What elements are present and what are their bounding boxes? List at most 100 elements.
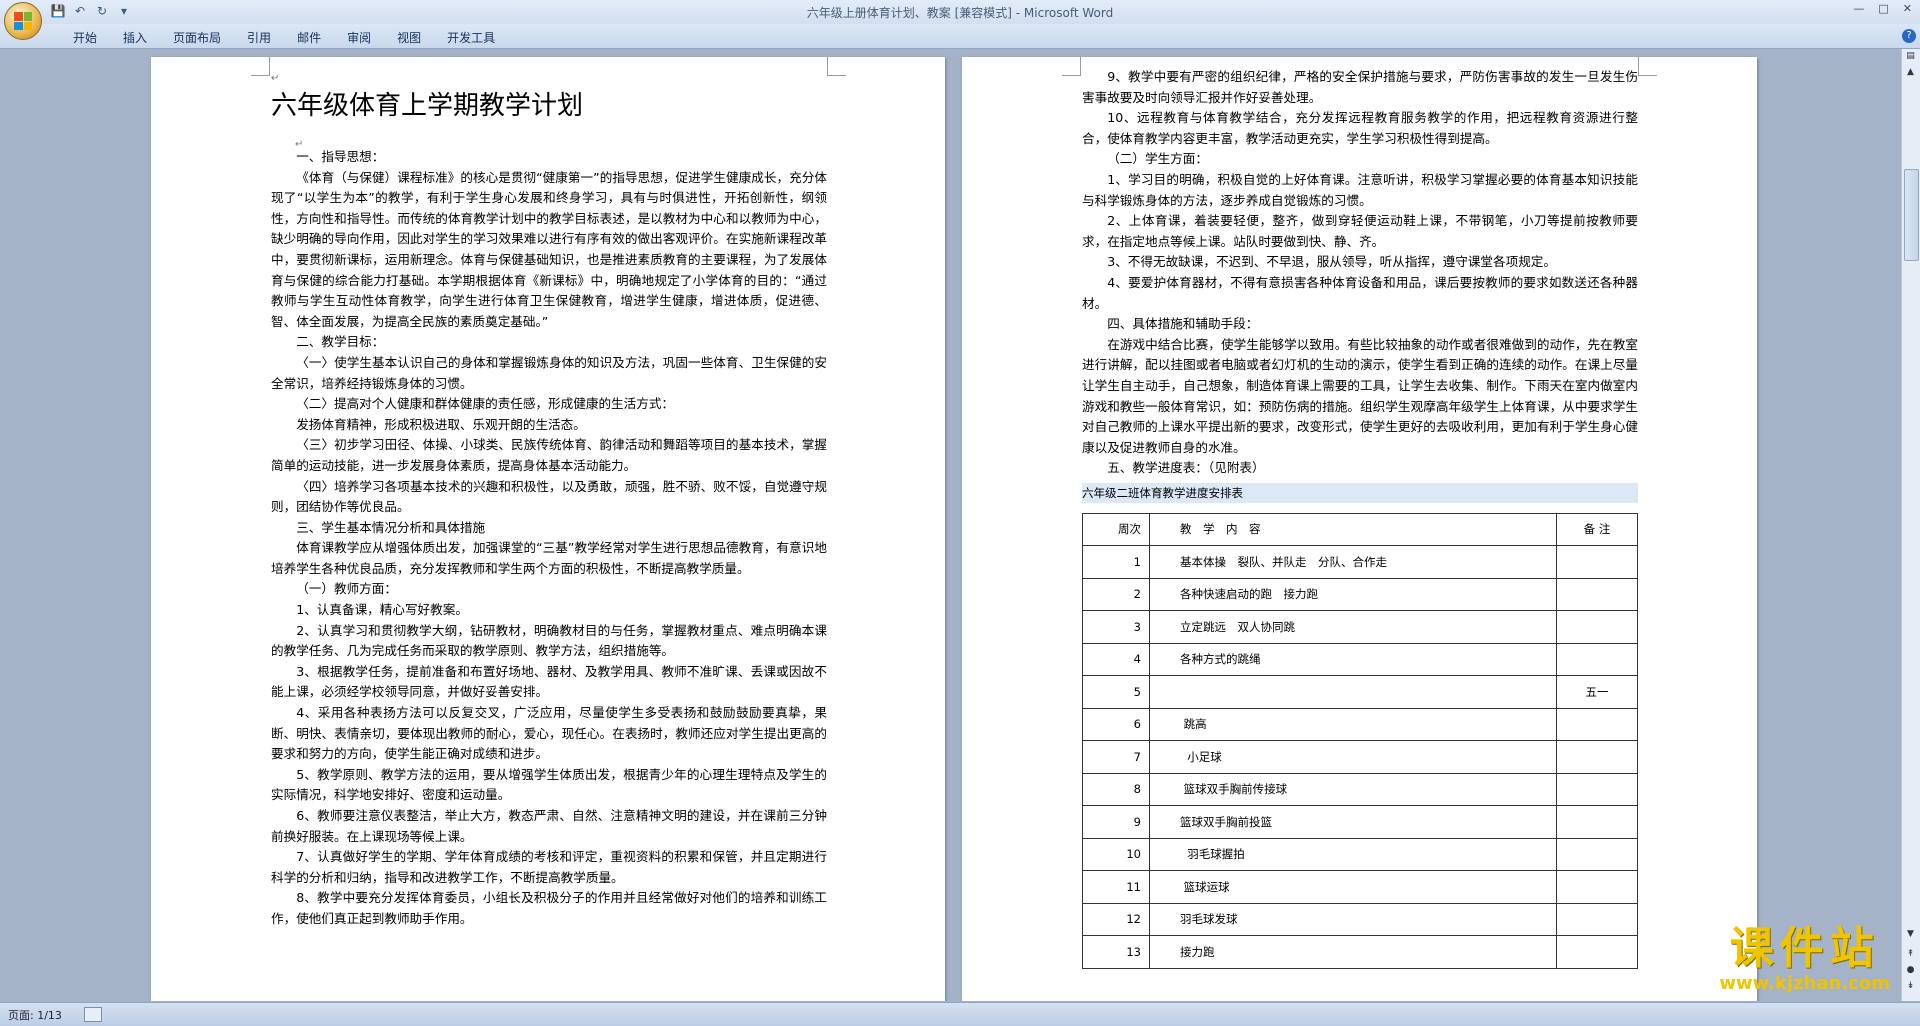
table-cell-content: 羽毛球发球 bbox=[1149, 902, 1557, 937]
table-cell-week: 10 bbox=[1082, 837, 1150, 872]
paragraph: 在游戏中结合比赛，使学生能够学以致用。有些比较抽象的动作或者很难做到的动作，先在… bbox=[1082, 336, 1638, 455]
table-cell-content: 各种方式的跳绳 bbox=[1149, 642, 1557, 677]
paragraph: 3、根据教学任务，提前准备和布置好场地、器材、及教学用具、教师不准旷课、丢课或因… bbox=[271, 663, 827, 700]
table-cell-week: 4 bbox=[1082, 642, 1150, 677]
watermark-logo-text: 课件站 bbox=[1729, 923, 1880, 974]
paragraph: 2、认真学习和贯彻教学大纲，钻研教材，明确教材目的与任务，掌握教材重点、难点明确… bbox=[271, 622, 827, 659]
paragraph: 2、上体育课，着装要轻便，整齐，做到穿轻便运动鞋上课，不带钢笔，小刀等提前按教师… bbox=[1082, 213, 1638, 249]
table-cell-content: 基本体操 裂队、并队走 分队、合作走 bbox=[1149, 545, 1557, 579]
table-cell-note bbox=[1556, 642, 1638, 677]
ribbon: 开始 插入 页面布局 引用 邮件 审阅 视图 开发工具 ? bbox=[0, 24, 1920, 49]
table-cell-content: 接力跑 bbox=[1149, 935, 1557, 969]
table-row: 11 篮球运球 bbox=[1082, 870, 1638, 904]
table-cell-week: 8 bbox=[1082, 772, 1150, 807]
ruler-toggle-icon[interactable]: ▤ bbox=[1903, 51, 1918, 65]
table-header-row: 周次 教 学 内 容 备 注 bbox=[1082, 512, 1638, 547]
paragraph: 四、具体措施和辅助手段： bbox=[1107, 316, 1259, 332]
office-logo-icon bbox=[14, 12, 32, 30]
table-cell-week: 7 bbox=[1082, 740, 1150, 774]
document-page-1[interactable]: ↵ 六年级体育上学期教学计划 ↵ 一、指导思想： 《体育（与保健）课程标准》的核… bbox=[151, 57, 945, 1001]
maximize-icon[interactable]: □ bbox=[1878, 2, 1888, 15]
paragraph: 3、不得无故缺课，不迟到、不早退，服从领导，听从指挥，遵守课堂各项规定。 bbox=[1107, 254, 1556, 270]
status-bar: 页面: 1/13 bbox=[0, 1002, 1920, 1026]
document-workspace[interactable]: ↵ 六年级体育上学期教学计划 ↵ 一、指导思想： 《体育（与保健）课程标准》的核… bbox=[0, 49, 1902, 1001]
table-row: 12 羽毛球发球 bbox=[1082, 902, 1638, 937]
table-cell-note bbox=[1556, 740, 1638, 774]
table-row: 6 跳高 bbox=[1082, 707, 1638, 742]
crop-mark bbox=[1062, 57, 1081, 76]
tab-developer[interactable]: 开发工具 bbox=[434, 29, 508, 46]
table-cell-week: 11 bbox=[1082, 870, 1150, 904]
scrollbar-thumb[interactable] bbox=[1904, 169, 1919, 261]
tab-page-layout[interactable]: 页面布局 bbox=[160, 29, 234, 46]
paragraph: 9、教学中要有严密的组织纪律，严格的安全保护措施与要求，严防伤害事故的发生一旦发… bbox=[1082, 69, 1638, 105]
select-browse-object-icon[interactable]: ● bbox=[1903, 965, 1918, 979]
scroll-up-icon[interactable]: ▲ bbox=[1903, 67, 1918, 81]
paragraph: 体育课教学应从增强体质出发，加强课堂的“三基”教学经常对学生进行思想品德教育，有… bbox=[271, 540, 827, 576]
table-cell-content: 篮球双手胸前传接球 bbox=[1149, 772, 1557, 807]
close-icon[interactable]: ✕ bbox=[1903, 2, 1912, 15]
table-cell-note bbox=[1556, 935, 1638, 969]
minimize-icon[interactable]: — bbox=[1853, 2, 1864, 15]
tab-mailings[interactable]: 邮件 bbox=[284, 29, 334, 46]
paragraph: 三、学生基本情况分析和具体措施 bbox=[296, 519, 486, 535]
paragraph: 4、要爱护体育器材，不得有意损害各种体育设备和用品，课后要按教师的要求如数送还各… bbox=[1082, 274, 1638, 311]
tab-home[interactable]: 开始 bbox=[60, 29, 110, 46]
paragraph: 1、学习目的明确，积极自觉的上好体育课。注意听讲，积极学习掌握必要的体育基本知识… bbox=[1082, 171, 1638, 208]
table-header-cell: 教 学 内 容 bbox=[1149, 512, 1557, 547]
table-cell-week: 5 bbox=[1082, 675, 1150, 709]
vertical-scrollbar[interactable]: ▤ ▲ ▼ ↟ ● ↡ bbox=[1901, 49, 1920, 1001]
tab-insert[interactable]: 插入 bbox=[110, 29, 160, 46]
paragraph: 〈四〉培养学习各项基本技术的兴趣和积极性，以及勇敢，顽强，胜不骄、败不馁，自觉遵… bbox=[271, 478, 827, 515]
document-page-2[interactable]: 9、教学中要有严密的组织纪律，严格的安全保护措施与要求，严防伤害事故的发生一旦发… bbox=[962, 57, 1757, 1001]
title-bar: 💾 ↶ ↻ ▾ 六年级上册体育计划、教案 [兼容模式] - Microsoft … bbox=[0, 0, 1920, 24]
table-cell-content: 跳高 bbox=[1149, 707, 1557, 742]
table-cell-content: 篮球运球 bbox=[1149, 870, 1557, 904]
next-page-icon[interactable]: ↡ bbox=[1903, 981, 1918, 995]
table-cell-week: 1 bbox=[1082, 545, 1150, 579]
tab-view[interactable]: 视图 bbox=[384, 29, 434, 46]
table-cell-week: 12 bbox=[1082, 902, 1150, 937]
table-row: 9 篮球双手胸前投篮 bbox=[1082, 805, 1638, 839]
table-cell-content: 小足球 bbox=[1149, 740, 1557, 774]
paragraph: 〈一〉使学生基本认识自己的身体和掌握锻炼身体的知识及方法，巩固一些体育、卫生保健… bbox=[271, 354, 827, 391]
paragraph: 五、教学进度表：（见附表） bbox=[1107, 460, 1265, 476]
table-cell-content: 篮球双手胸前投篮 bbox=[1149, 805, 1557, 839]
help-icon[interactable]: ? bbox=[1902, 29, 1916, 43]
table-row: 10 羽毛球握拍 bbox=[1082, 837, 1638, 872]
tab-references[interactable]: 引用 bbox=[234, 29, 284, 46]
office-button[interactable] bbox=[4, 2, 42, 40]
site-watermark: 课件站 www.kjzhan.com bbox=[1719, 925, 1890, 995]
previous-page-icon[interactable]: ↟ bbox=[1903, 949, 1918, 963]
window-controls: — □ ✕ bbox=[1853, 2, 1912, 15]
paragraph: 5、教学原则、教学方法的运用，要从增强学生体质出发，根据青少年的心理生理特点及学… bbox=[271, 766, 827, 803]
schedule-table: 周次 教 学 内 容 备 注 1 基本体操 裂队、并队走 分队、合作走 2 各种快速启… bbox=[1082, 512, 1638, 969]
table-cell-note bbox=[1556, 610, 1638, 644]
watermark-url: www.kjzhan.com bbox=[1719, 973, 1890, 994]
table-cell-content: 各种快速启动的跑 接力跑 bbox=[1149, 577, 1557, 612]
table-header-cell: 备 注 bbox=[1556, 512, 1638, 547]
table-cell-note bbox=[1556, 837, 1638, 872]
tab-review[interactable]: 审阅 bbox=[334, 29, 384, 46]
table-cell-note: 五一 bbox=[1556, 675, 1638, 709]
ribbon-tabs: 开始 插入 页面布局 引用 邮件 审阅 视图 开发工具 bbox=[60, 29, 508, 46]
page-number-status[interactable]: 页面: 1/13 bbox=[8, 1007, 62, 1023]
page-1-content: ↵ 六年级体育上学期教学计划 ↵ 一、指导思想： 《体育（与保健）课程标准》的核… bbox=[271, 67, 827, 930]
scroll-down-icon[interactable]: ▼ bbox=[1903, 929, 1918, 943]
table-cell-week: 6 bbox=[1082, 707, 1150, 742]
paragraph: 6、教师要注意仪表整洁，举止大方，教态严肃、自然、注意精神文明的建设，并在课前三… bbox=[271, 808, 827, 844]
table-cell-note bbox=[1556, 577, 1638, 612]
crop-mark bbox=[827, 57, 846, 76]
table-cell-note bbox=[1556, 545, 1638, 579]
table-header-cell: 周次 bbox=[1082, 512, 1150, 547]
paragraph: 《体育（与保健）课程标准》的核心是贯彻“健康第一”的指导思想，促进学生健康成长，… bbox=[271, 169, 827, 329]
proofing-icon[interactable] bbox=[84, 1007, 102, 1022]
table-cell-note bbox=[1556, 870, 1638, 904]
table-cell-note bbox=[1556, 707, 1638, 742]
crop-mark bbox=[251, 57, 270, 76]
table-row: 2 各种快速启动的跑 接力跑 bbox=[1082, 577, 1638, 612]
paragraph: （二）学生方面： bbox=[1107, 151, 1208, 167]
table-cell-note bbox=[1556, 902, 1638, 937]
table-cell-note bbox=[1556, 772, 1638, 807]
table-row: 7 小足球 bbox=[1082, 740, 1638, 774]
